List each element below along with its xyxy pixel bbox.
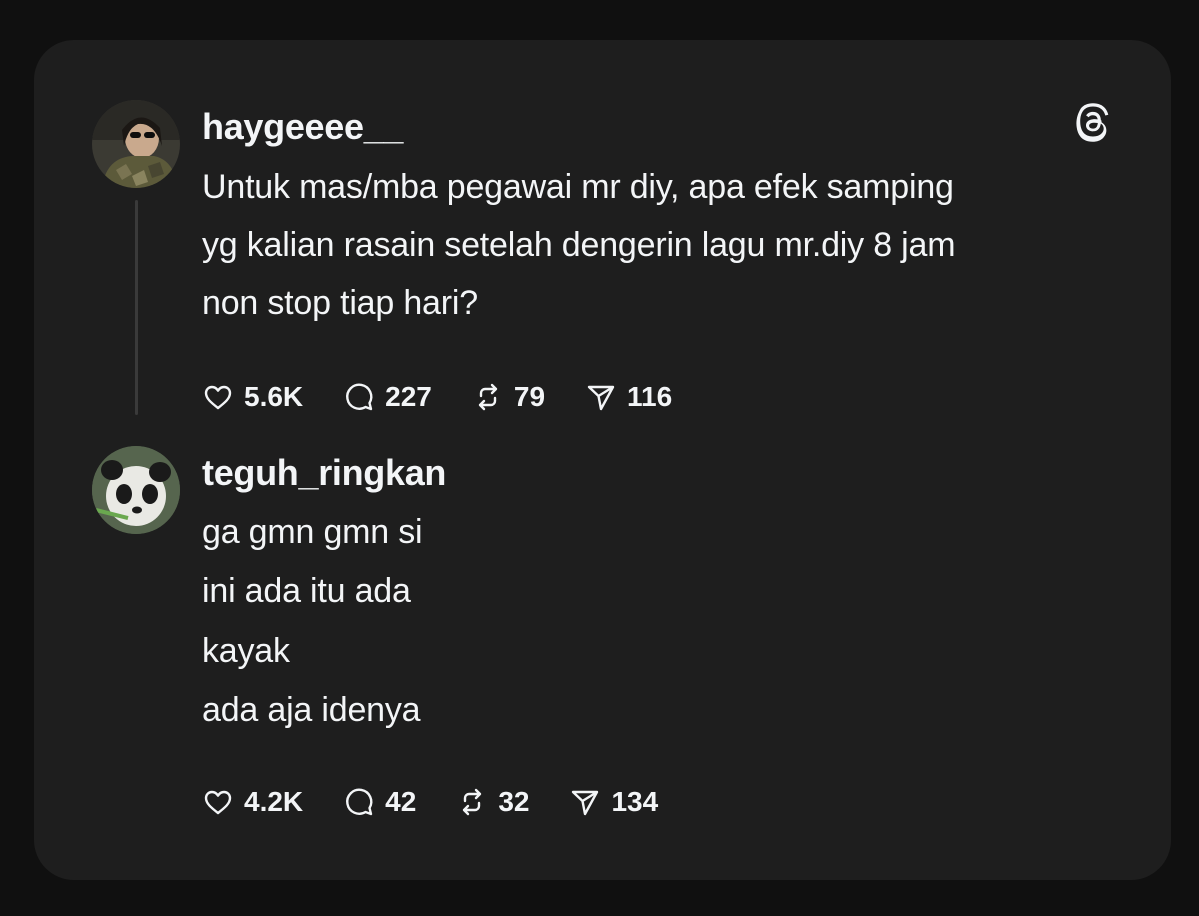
share-count: 134: [611, 786, 659, 817]
avatar[interactable]: [92, 446, 180, 534]
thread-card: haygeeee__ Untuk mas/mba pegawai mr diy,…: [34, 40, 1171, 880]
heart-icon: [204, 790, 232, 815]
avatar[interactable]: [92, 100, 180, 188]
username[interactable]: teguh_ringkan: [202, 452, 446, 494]
reply-button[interactable]: 42: [343, 786, 416, 818]
heart-icon: [204, 385, 232, 410]
like-count: 4.2K: [244, 786, 304, 817]
share-icon: [587, 385, 615, 411]
repost-button[interactable]: 32: [456, 786, 529, 818]
repost-icon: [478, 383, 498, 411]
like-button[interactable]: 4.2K: [202, 786, 303, 818]
post-actions: 5.6K 227 79 116: [202, 377, 712, 417]
post-text-line: yg kalian rasain setelah dengerin lagu m…: [202, 226, 956, 264]
threads-logo-icon[interactable]: [1073, 102, 1113, 142]
reply-count: 227: [385, 381, 432, 412]
post-text-line: Untuk mas/mba pegawai mr diy, apa efek s…: [202, 168, 954, 206]
like-count: 5.6K: [244, 381, 304, 412]
repost-icon: [463, 788, 482, 816]
post-text-line: ada aja idenya: [202, 691, 421, 729]
comment-icon: [346, 788, 373, 816]
reply-count: 42: [385, 786, 417, 817]
post-text-line: kayak: [202, 632, 290, 670]
username[interactable]: haygeeee__: [202, 106, 403, 148]
comment-icon: [346, 383, 373, 411]
share-button[interactable]: 134: [569, 786, 658, 818]
share-icon: [572, 790, 599, 816]
repost-count: 79: [513, 381, 546, 412]
repost-button[interactable]: 79: [472, 381, 545, 413]
share-button[interactable]: 116: [585, 381, 672, 413]
repost-count: 32: [498, 786, 530, 817]
like-button[interactable]: 5.6K: [202, 381, 303, 413]
share-count: 116: [627, 381, 673, 412]
post-actions: 4.2K 42 32 134: [202, 782, 698, 822]
reply-button[interactable]: 227: [343, 381, 432, 413]
post-text-line: non stop tiap hari?: [202, 284, 478, 322]
post-text-line: ga gmn gmn si: [202, 513, 423, 551]
post-text-line: ini ada itu ada: [202, 572, 411, 610]
thread-line: [135, 200, 138, 415]
